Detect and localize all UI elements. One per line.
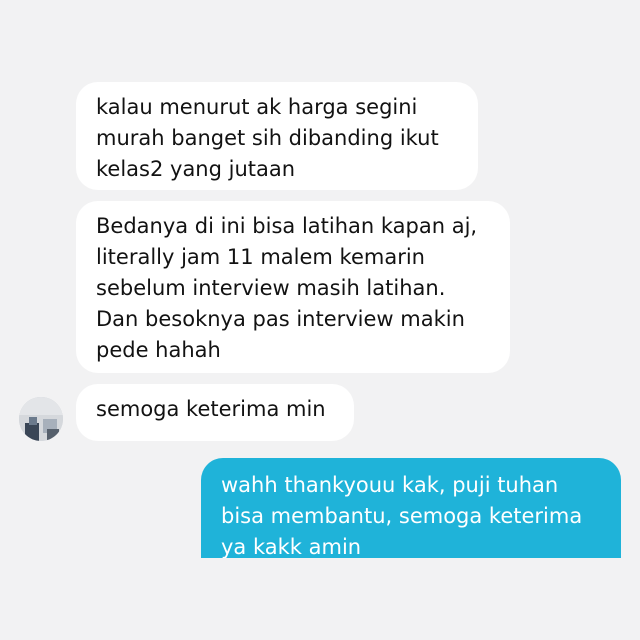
- outgoing-message[interactable]: wahh thankyouu kak, puji tuhan bisa memb…: [201, 458, 621, 558]
- incoming-message[interactable]: kalau menurut ak harga segini murah bang…: [76, 82, 478, 190]
- avatar-photo-icon: [19, 397, 63, 441]
- incoming-message[interactable]: Bedanya di ini bisa latihan kapan aj, li…: [76, 201, 510, 373]
- sender-avatar[interactable]: [19, 397, 63, 441]
- incoming-message[interactable]: semoga keterima min: [76, 384, 354, 441]
- chat-thread: kalau menurut ak harga segini murah bang…: [0, 0, 640, 640]
